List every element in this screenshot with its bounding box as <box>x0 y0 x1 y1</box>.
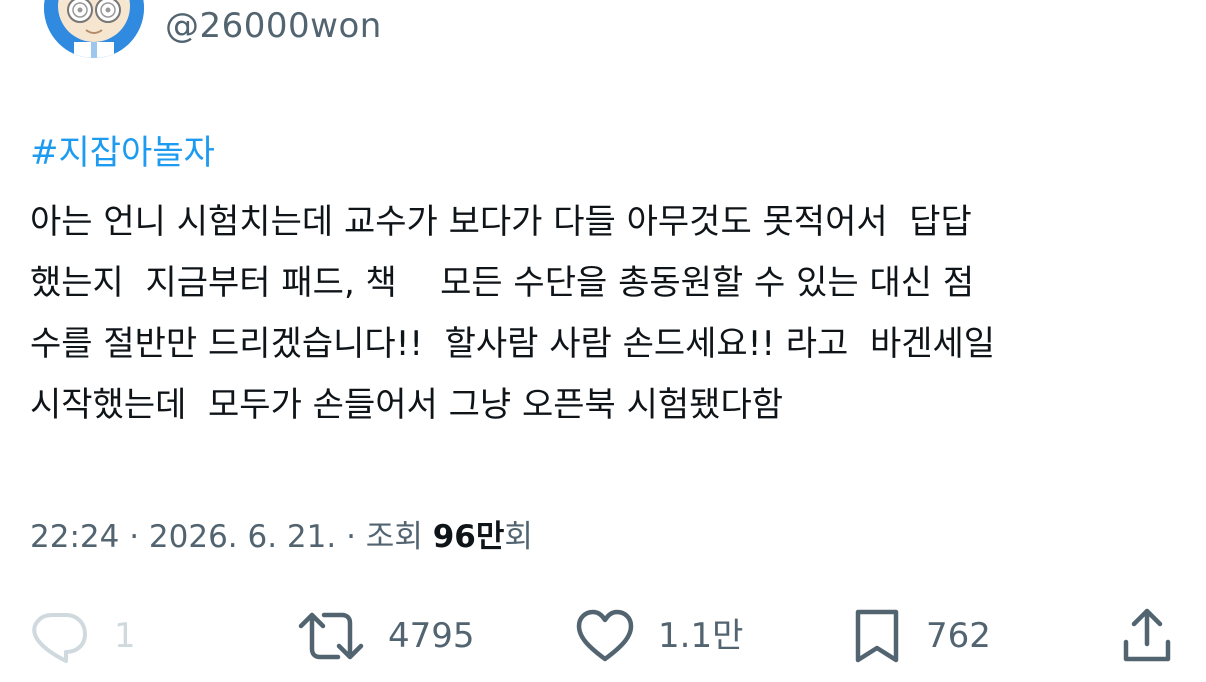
hashtag-link[interactable]: #지잡아놀자 <box>30 130 215 176</box>
views-label: 회 <box>504 519 533 555</box>
tweet-text-line: 아는 언니 시험치는데 교수가 보다가 다들 아무것도 못적어서 답답 <box>30 202 972 242</box>
timestamp[interactable]: 22:24 · 2026. 6. 21. · 조회 <box>30 519 433 555</box>
tweet-text: 아는 언니 시험치는데 교수가 보다가 다들 아무것도 못적어서 답답 했는지 … <box>30 192 1190 436</box>
tweet-text-line: 했는지 지금부터 패드, 책 모든 수단을 총동원할 수 있는 대신 점 <box>30 263 975 303</box>
share-icon <box>1123 608 1171 662</box>
reply-count: 1 <box>114 616 136 656</box>
bookmark-count: 762 <box>926 616 991 656</box>
tweet-meta: 22:24 · 2026. 6. 21. · 조회 96만회 <box>30 512 533 562</box>
bookmark-icon <box>855 609 899 663</box>
reply-icon <box>32 613 87 663</box>
retweet-icon <box>298 612 364 660</box>
heart-icon <box>576 609 634 662</box>
like-count: 1.1만 <box>658 616 744 656</box>
tweet-text-line: 시작했는데 모두가 손들어서 그냥 오픈북 시험됐다함 <box>30 385 784 425</box>
avatar[interactable] <box>44 0 144 58</box>
author-handle[interactable]: @26000won <box>165 6 382 46</box>
retweet-count: 4795 <box>388 616 475 656</box>
retweet-button[interactable]: 4795 <box>298 600 475 672</box>
views-count: 96만 <box>432 519 505 555</box>
avatar-illustration <box>44 0 144 58</box>
bookmark-button[interactable]: 762 <box>852 600 991 672</box>
reply-button[interactable]: 1 <box>28 600 136 672</box>
tweet-header: @26000won <box>0 0 1206 70</box>
share-button[interactable] <box>1122 600 1172 672</box>
action-bar: 1 4795 1.1만 762 <box>0 600 1206 672</box>
tweet-text-line: 수를 절반만 드리겠습니다!! 할사람 사람 손드세요!! 라고 바겐세일 <box>30 324 996 364</box>
like-button[interactable]: 1.1만 <box>576 600 743 672</box>
